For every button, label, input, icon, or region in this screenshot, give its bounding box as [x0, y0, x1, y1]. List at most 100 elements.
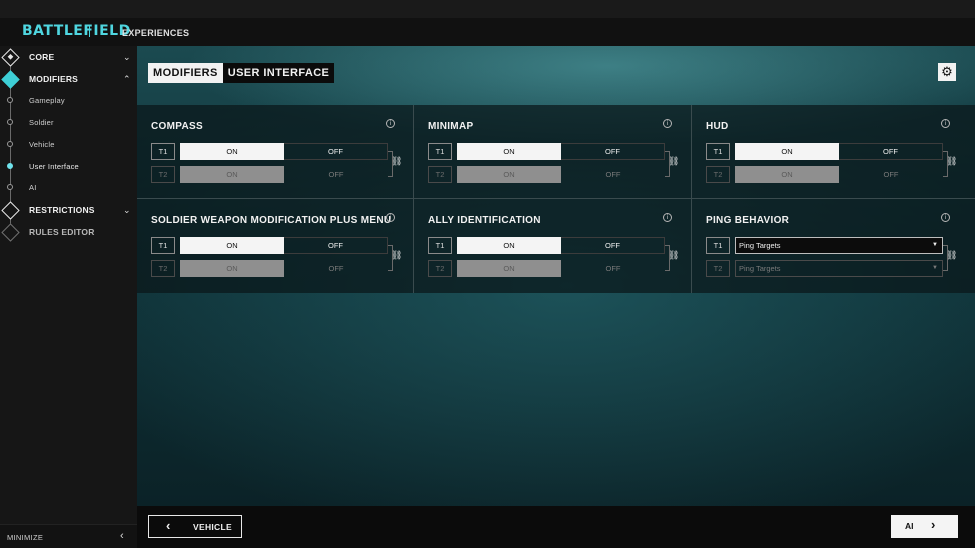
info-icon[interactable]: i: [386, 119, 395, 128]
ally-id-t2-on: ON: [457, 260, 561, 277]
footer-bar: [137, 506, 975, 548]
logo-mark: [89, 26, 93, 37]
settings-gear-icon[interactable]: ⚙: [938, 63, 956, 81]
sidebar: CORE ⌄ MODIFIERS ⌃ Gameplay Soldier Vehi…: [0, 46, 137, 548]
restrictions-diamond-icon: [1, 200, 20, 220]
column-divider: [691, 105, 692, 293]
compass-t2-on: ON: [180, 166, 284, 183]
hud-t2-off: OFF: [883, 170, 899, 179]
tab-user-interface[interactable]: USER INTERFACE: [222, 63, 335, 83]
prev-vehicle-button[interactable]: ‹ VEHICLE: [148, 515, 242, 538]
sidebar-item-label: User Interface: [29, 161, 79, 171]
node-dot-icon: [7, 141, 13, 147]
battlefield-logo[interactable]: BATTLEFIELD: [22, 23, 131, 39]
link-chain-icon[interactable]: ⛓: [391, 156, 402, 167]
ping-t1-select[interactable]: Ping Targets ▼: [735, 237, 943, 254]
team1-badge: T1: [706, 143, 730, 160]
minimap-t2-on: ON: [457, 166, 561, 183]
sidebar-item-vehicle[interactable]: Vehicle: [0, 134, 137, 154]
sidebar-item-core[interactable]: CORE ⌄: [0, 47, 137, 67]
team2-badge: T2: [706, 260, 730, 277]
soldier-weapon-t2-off: OFF: [328, 264, 344, 273]
ally-id-t2-off: OFF: [605, 264, 621, 273]
modifiers-diamond-icon: [1, 69, 20, 89]
sidebar-item-modifiers[interactable]: MODIFIERS ⌃: [0, 69, 137, 89]
card-title-ally-identification: ALLY IDENTIFICATION: [428, 215, 541, 226]
team2-badge: T2: [706, 166, 730, 183]
sidebar-item-rules-editor[interactable]: RULES EDITOR: [0, 222, 137, 242]
node-dot-icon: [7, 97, 13, 103]
card-title-hud: HUD: [706, 121, 729, 132]
link-chain-icon[interactable]: ⛓: [946, 250, 957, 261]
sidebar-item-restrictions[interactable]: RESTRICTIONS ⌄: [0, 200, 137, 220]
hud-t1-on[interactable]: ON: [735, 143, 839, 160]
dropdown-caret-icon: ▼: [932, 242, 938, 248]
rules-editor-diamond-icon: [1, 222, 20, 242]
node-dot-active-icon: [7, 163, 13, 169]
link-chain-icon[interactable]: ⛓: [391, 250, 402, 261]
compass-t1-on[interactable]: ON: [180, 143, 284, 160]
compass-t1-off[interactable]: OFF: [284, 143, 388, 160]
team1-badge: T1: [151, 143, 175, 160]
sidebar-item-label: CORE: [29, 52, 55, 62]
info-icon[interactable]: i: [663, 213, 672, 222]
window-top-strip: [0, 0, 975, 18]
chevron-right-icon: ›: [931, 517, 936, 532]
team2-badge: T2: [151, 260, 175, 277]
info-icon[interactable]: i: [386, 213, 395, 222]
team1-badge: T1: [706, 237, 730, 254]
sidebar-item-label: Vehicle: [29, 139, 55, 149]
minimap-t1-on[interactable]: ON: [457, 143, 561, 160]
sidebar-item-label: RULES EDITOR: [29, 227, 95, 237]
soldier-weapon-t1-on[interactable]: ON: [180, 237, 284, 254]
next-button-label: AI: [905, 521, 914, 531]
ally-id-t1-on[interactable]: ON: [457, 237, 561, 254]
sidebar-item-label: MODIFIERS: [29, 74, 79, 84]
dropdown-caret-icon: ▼: [932, 265, 938, 271]
minimize-button[interactable]: MINIMIZE ‹: [0, 524, 137, 548]
sidebar-item-soldier[interactable]: Soldier: [0, 112, 137, 132]
card-title-ping-behavior: PING BEHAVIOR: [706, 215, 790, 226]
soldier-weapon-t1-off[interactable]: OFF: [284, 237, 388, 254]
card-title-minimap: MINIMAP: [428, 121, 474, 132]
minimap-t2-off: OFF: [605, 170, 621, 179]
info-icon[interactable]: i: [941, 213, 950, 222]
chevron-down-icon: ⌄: [123, 51, 131, 62]
link-chain-icon[interactable]: ⛓: [946, 156, 957, 167]
tab-modifiers[interactable]: MODIFIERS: [148, 63, 223, 83]
sidebar-item-gameplay[interactable]: Gameplay: [0, 90, 137, 110]
team1-badge: T1: [428, 237, 452, 254]
nav-experiences[interactable]: EXPERIENCES: [122, 28, 189, 38]
info-icon[interactable]: i: [663, 119, 672, 128]
info-icon[interactable]: i: [941, 119, 950, 128]
soldier-weapon-t2-on: ON: [180, 260, 284, 277]
prev-button-label: VEHICLE: [193, 522, 232, 532]
ping-t2-select-value: Ping Targets: [739, 264, 781, 273]
card-title-soldier-weapon: SOLDIER WEAPON MODIFICATION PLUS MENU: [151, 215, 392, 226]
hud-t2-on: ON: [735, 166, 839, 183]
team2-badge: T2: [428, 166, 452, 183]
node-dot-icon: [7, 184, 13, 190]
sidebar-item-label: RESTRICTIONS: [29, 205, 95, 215]
chevron-down-icon: ⌄: [123, 204, 131, 215]
sidebar-item-ai[interactable]: AI: [0, 177, 137, 197]
ally-id-t1-off[interactable]: OFF: [561, 237, 665, 254]
team1-badge: T1: [151, 237, 175, 254]
next-ai-button[interactable]: AI ›: [891, 515, 958, 538]
minimap-t1-off[interactable]: OFF: [561, 143, 665, 160]
hud-t1-off[interactable]: OFF: [839, 143, 943, 160]
sidebar-item-label: Gameplay: [29, 95, 65, 105]
core-diamond-icon: [1, 47, 20, 67]
team1-badge: T1: [428, 143, 452, 160]
chevron-left-icon: ‹: [166, 518, 171, 533]
sidebar-item-label: AI: [29, 182, 37, 192]
link-chain-icon[interactable]: ⛓: [668, 250, 679, 261]
row-divider: [137, 198, 975, 199]
card-title-compass: COMPASS: [151, 121, 203, 132]
ping-t2-select: Ping Targets ▼: [735, 260, 943, 277]
ping-t1-select-value: Ping Targets: [739, 241, 781, 250]
link-chain-icon[interactable]: ⛓: [668, 156, 679, 167]
sidebar-item-user-interface[interactable]: User Interface: [0, 156, 137, 176]
node-dot-icon: [7, 119, 13, 125]
chevron-left-icon: ‹: [120, 530, 124, 542]
